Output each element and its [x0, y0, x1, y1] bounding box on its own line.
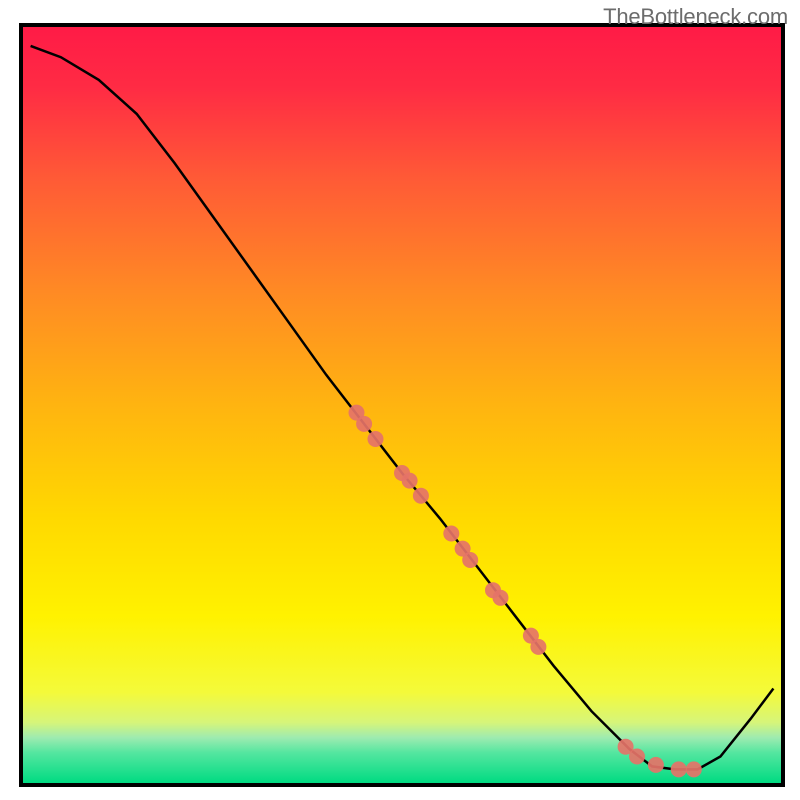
data-marker [462, 552, 478, 568]
data-marker [493, 590, 509, 606]
data-marker [413, 488, 429, 504]
watermark-text: TheBottleneck.com [603, 4, 788, 30]
chart-container: TheBottleneck.com [0, 0, 800, 800]
data-marker [648, 757, 664, 773]
data-marker [443, 526, 459, 542]
data-marker [530, 639, 546, 655]
plot-area [21, 25, 783, 785]
data-marker [686, 761, 702, 777]
bottleneck-chart [0, 0, 800, 800]
data-marker [671, 761, 687, 777]
data-marker [629, 749, 645, 765]
data-marker [368, 431, 384, 447]
data-marker [402, 473, 418, 489]
gradient-background [23, 27, 781, 783]
data-marker [356, 416, 372, 432]
